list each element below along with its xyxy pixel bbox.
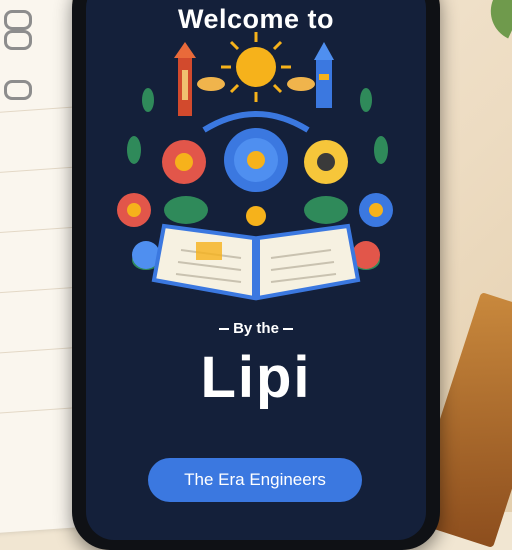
binder-ring: [4, 30, 32, 50]
flower-icon: [359, 193, 393, 227]
by-line-text: By the: [233, 320, 279, 337]
flower-icon: [224, 128, 288, 192]
tower-icon: [174, 42, 196, 116]
lighthouse-icon: [314, 42, 334, 108]
binder-ring: [4, 80, 32, 100]
app-name: Lipi: [200, 345, 312, 410]
binder-ring: [4, 10, 32, 30]
flower-icon: [117, 193, 151, 227]
flower-icon: [246, 206, 266, 226]
flower-icon: [304, 140, 348, 184]
sun-icon: [221, 32, 291, 102]
dash-right: [282, 328, 293, 331]
cta-button[interactable]: The Era Engineers: [148, 458, 362, 502]
open-book-icon: [151, 223, 361, 301]
app-screen: Welcome to By the Lipi The Era Engineers: [86, 0, 426, 540]
flower-icon: [162, 140, 206, 184]
dash-left: [219, 328, 230, 331]
by-line: By the: [86, 320, 426, 337]
